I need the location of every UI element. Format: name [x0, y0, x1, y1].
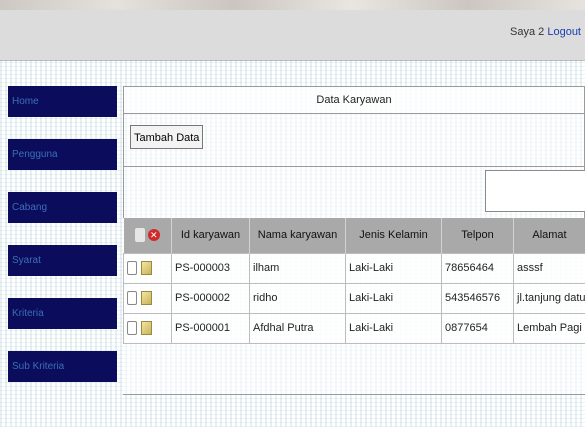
column-header-alamat: Alamat: [513, 218, 585, 253]
cell-nama: ilham: [249, 252, 346, 284]
select-all-checkbox[interactable]: [134, 228, 145, 243]
cell-id: PS-000002: [171, 282, 250, 314]
panel-bottom-border: [123, 394, 585, 395]
logout-link[interactable]: Logout: [547, 26, 581, 38]
table-header-row: ✕ Id karyawan Nama karyawan Jenis Kelami…: [123, 218, 585, 253]
table-row: PS-000001 Afdhal Putra Laki-Laki 0877654…: [123, 312, 585, 344]
cell-nama: ridho: [249, 282, 346, 314]
row-actions: [123, 252, 172, 284]
sidebar-item-syarat[interactable]: Syarat: [8, 245, 117, 276]
cell-id: PS-000001: [171, 312, 250, 344]
edit-icon[interactable]: [141, 261, 152, 275]
table-row: PS-000003 ilham Laki-Laki 78656464 asssf: [123, 252, 585, 284]
row-checkbox[interactable]: [127, 321, 137, 335]
cell-id: PS-000003: [171, 252, 250, 284]
sidebar-item-kriteria[interactable]: Kriteria: [8, 298, 117, 329]
cell-jenis-kelamin: Laki-Laki: [345, 312, 442, 344]
select-column-header: ✕: [123, 218, 172, 253]
search-row: [123, 166, 585, 218]
row-checkbox[interactable]: [127, 261, 137, 275]
edit-icon[interactable]: [141, 321, 152, 335]
panel-title: Data Karyawan: [123, 86, 585, 114]
panel-toolbar: Tambah Data: [123, 114, 585, 166]
username: Saya 2: [510, 26, 545, 38]
cell-alamat: Lembah Pagi: [513, 312, 585, 344]
sidebar-item-cabang[interactable]: Cabang: [8, 192, 117, 223]
cell-jenis-kelamin: Laki-Laki: [345, 252, 442, 284]
user-area: Saya 2 Logout: [510, 26, 581, 38]
header-banner: [0, 0, 585, 10]
row-actions: [123, 282, 172, 314]
sidebar-item-home[interactable]: Home: [8, 86, 117, 117]
sidebar-item-sub-kriteria[interactable]: Sub Kriteria: [8, 351, 117, 382]
cell-nama: Afdhal Putra: [249, 312, 346, 344]
cell-telpon: 0877654: [441, 312, 514, 344]
column-header-jenis-kelamin: Jenis Kelamin: [345, 218, 442, 253]
cell-alamat: jl.tanjung datuk: [513, 282, 585, 314]
x-circle-icon[interactable]: ✕: [147, 229, 160, 242]
column-header-telpon: Telpon: [441, 218, 514, 253]
cell-telpon: 543546576: [441, 282, 514, 314]
tambah-data-button[interactable]: Tambah Data: [130, 125, 204, 149]
row-checkbox[interactable]: [127, 291, 137, 305]
cell-alamat: asssf: [513, 252, 585, 284]
table-row: PS-000002 ridho Laki-Laki 543546576 jl.t…: [123, 282, 585, 314]
sidebar: Home Pengguna Cabang Syarat Kriteria Sub…: [8, 86, 117, 404]
top-header: Saya 2 Logout: [0, 0, 585, 61]
edit-icon[interactable]: [141, 291, 152, 305]
row-actions: [123, 312, 172, 344]
sidebar-item-pengguna[interactable]: Pengguna: [8, 139, 117, 170]
data-karyawan-panel: Data Karyawan Tambah Data ✕ Id karyawan …: [123, 86, 585, 394]
column-header-nama: Nama karyawan: [249, 218, 346, 253]
karyawan-table: ✕ Id karyawan Nama karyawan Jenis Kelami…: [123, 218, 585, 344]
search-input[interactable]: [485, 170, 585, 212]
cell-telpon: 78656464: [441, 252, 514, 284]
column-header-id: Id karyawan: [171, 218, 250, 253]
cell-jenis-kelamin: Laki-Laki: [345, 282, 442, 314]
